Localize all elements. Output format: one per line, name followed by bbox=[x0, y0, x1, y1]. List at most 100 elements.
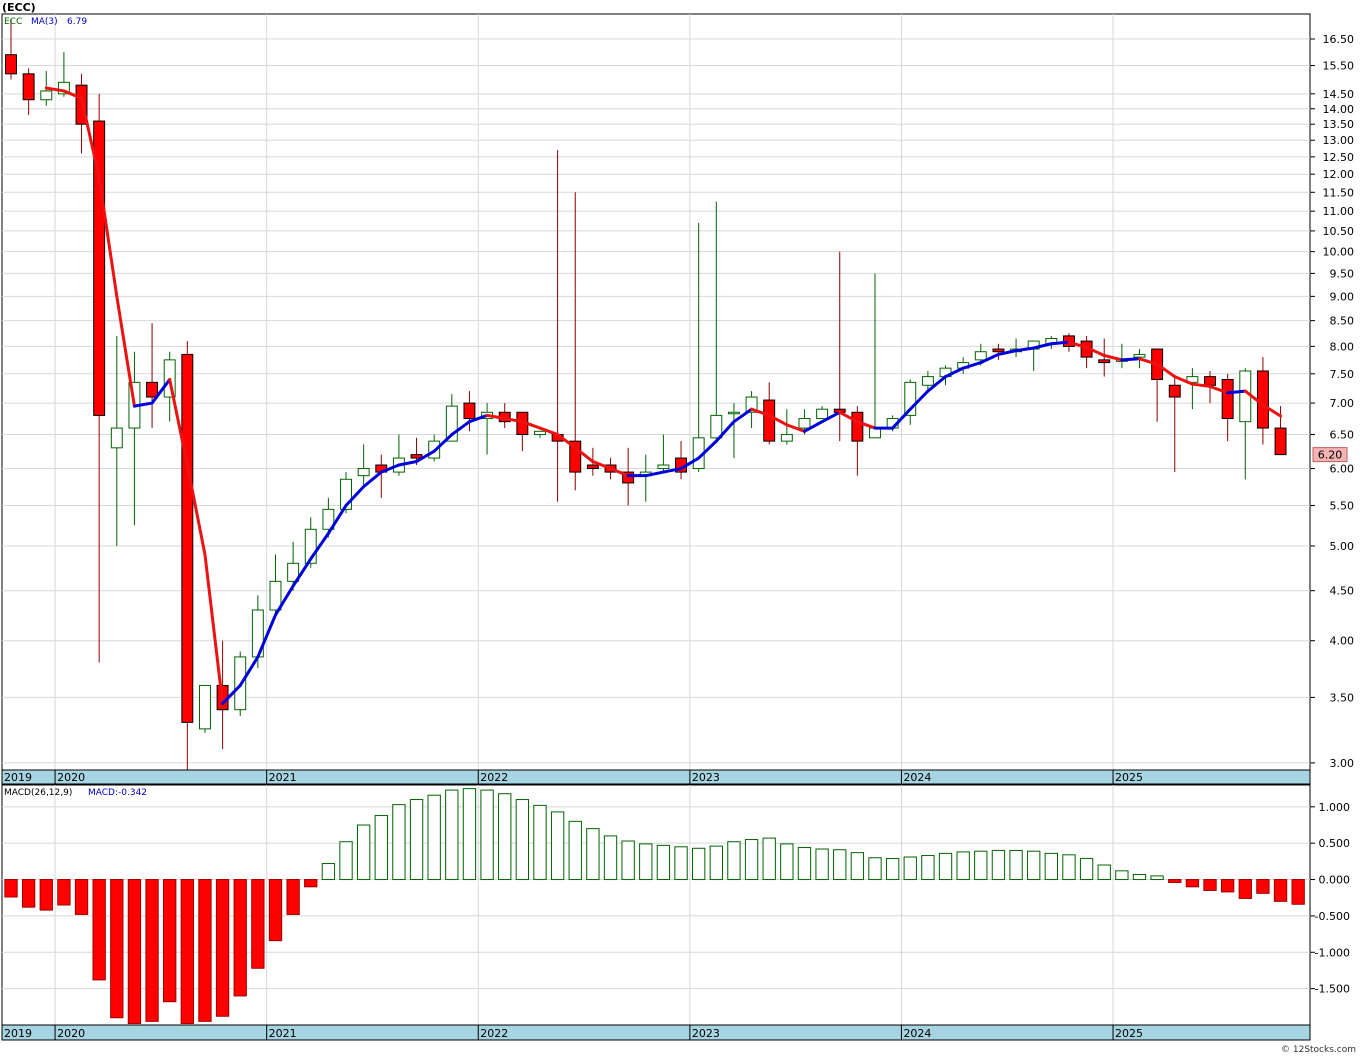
macd-bar bbox=[1097, 864, 1111, 881]
ma-line-segment bbox=[1120, 357, 1141, 362]
macd-bar bbox=[1238, 879, 1252, 899]
price-tick-label: 11.00 bbox=[1323, 205, 1355, 218]
macd-bar bbox=[163, 879, 177, 1003]
macd-bar bbox=[286, 879, 300, 915]
macd-bar bbox=[198, 879, 212, 1022]
year-axis-band bbox=[1, 769, 1311, 785]
price-tick-label: 7.00 bbox=[1330, 397, 1355, 410]
price-tick-label: 12.00 bbox=[1323, 168, 1355, 181]
macd-bar bbox=[656, 844, 671, 881]
price-tick-label: 12.50 bbox=[1323, 151, 1355, 164]
macd-bar bbox=[304, 879, 318, 888]
macd-tick-label: -1.000 bbox=[1315, 946, 1350, 959]
candle-body bbox=[798, 418, 811, 429]
macd-bar bbox=[480, 789, 494, 881]
candle-body bbox=[851, 411, 864, 442]
candle-body bbox=[181, 353, 194, 723]
stock-chart: 3.00 3.50 4.00 4.50 5.00 5.50 6.00 6.50 7.00 7.50… bbox=[1, 1, 1356, 1055]
macd-bar bbox=[21, 879, 36, 908]
legend-ticker: ECC bbox=[4, 17, 22, 27]
macd-bar bbox=[885, 857, 900, 881]
macd-tick-label: 0.500 bbox=[1319, 837, 1351, 850]
ma-line-segment bbox=[1226, 389, 1247, 395]
macd-bar bbox=[727, 841, 741, 881]
macd-label: MACD(26,12,9) bbox=[4, 788, 72, 798]
candle-body bbox=[992, 348, 1005, 353]
year-label: 2023 bbox=[692, 1027, 720, 1040]
macd-bar bbox=[374, 815, 388, 881]
chart-title: (ECC) bbox=[2, 1, 36, 14]
macd-bar bbox=[956, 851, 970, 881]
price-tick-label: 4.00 bbox=[1330, 635, 1355, 648]
year-label: 2021 bbox=[269, 1027, 297, 1040]
macd-bar bbox=[762, 837, 776, 881]
candle-body bbox=[146, 381, 159, 398]
candle-body bbox=[357, 468, 370, 477]
legend-ma-label: MA(3) bbox=[31, 17, 58, 27]
macd-tick-label: -1.500 bbox=[1315, 983, 1350, 996]
price-tick-label: 16.50 bbox=[1323, 33, 1355, 46]
macd-bar bbox=[815, 848, 829, 881]
macd-tick-label: 1.000 bbox=[1319, 801, 1351, 814]
candle-body bbox=[974, 351, 987, 361]
candle-body bbox=[5, 54, 17, 75]
macd-tick-label: 0.000 bbox=[1319, 874, 1351, 887]
price-tick-label: 6.00 bbox=[1330, 463, 1355, 476]
candle-body bbox=[710, 414, 723, 439]
macd-bar bbox=[1115, 870, 1129, 881]
macd-bar bbox=[1062, 854, 1076, 881]
macd-bar bbox=[356, 824, 371, 881]
year-label: 2020 bbox=[57, 1027, 85, 1040]
price-tick-label: 10.50 bbox=[1323, 225, 1355, 238]
price-tick-label: 8.50 bbox=[1330, 315, 1355, 328]
candle-body bbox=[110, 427, 123, 449]
macd-bar bbox=[603, 835, 618, 881]
macd-bar bbox=[1291, 879, 1305, 905]
year-axis-band bbox=[1, 1024, 1311, 1041]
macd-bar bbox=[1150, 875, 1164, 881]
last-price-label: 6.20 bbox=[1318, 449, 1343, 462]
ma-line-segment bbox=[1049, 340, 1071, 346]
macd-bar bbox=[233, 879, 247, 997]
macd-bar bbox=[533, 804, 547, 881]
macd-bar bbox=[744, 839, 759, 881]
candle-body bbox=[921, 376, 934, 386]
macd-bar bbox=[1185, 879, 1200, 888]
macd-bar bbox=[4, 879, 18, 898]
macd-bar bbox=[1027, 850, 1041, 881]
year-label: 2022 bbox=[480, 1027, 508, 1040]
candle-body bbox=[657, 464, 670, 470]
macd-bar bbox=[215, 879, 230, 1017]
price-tick-label: 14.50 bbox=[1323, 88, 1355, 101]
price-tick-label: 14.00 bbox=[1323, 103, 1355, 116]
year-label: 2025 bbox=[1115, 1027, 1143, 1040]
macd-bar bbox=[145, 879, 159, 1022]
macd-bar bbox=[321, 863, 336, 881]
macd-bar bbox=[180, 879, 194, 1025]
macd-bar bbox=[498, 793, 512, 881]
macd-tick-label: -0.500 bbox=[1315, 910, 1350, 923]
candle-body bbox=[586, 464, 599, 470]
candle-body bbox=[763, 399, 776, 442]
price-tick-label: 3.00 bbox=[1330, 757, 1355, 770]
legend-ma-value: 6.79 bbox=[67, 17, 87, 27]
candle-body bbox=[534, 430, 546, 436]
macd-bar bbox=[127, 879, 142, 1025]
macd-bar bbox=[868, 857, 882, 881]
watermark: © 12Stocks.com bbox=[1281, 1045, 1356, 1055]
candle-body bbox=[1239, 370, 1252, 423]
macd-bar bbox=[639, 843, 653, 881]
price-plot-frame bbox=[1, 13, 1311, 771]
price-tick-label: 5.50 bbox=[1330, 499, 1355, 512]
year-label: 2022 bbox=[480, 771, 508, 784]
macd-bar bbox=[586, 828, 600, 881]
price-tick-label: 10.00 bbox=[1323, 246, 1355, 259]
price-panel: 3.00 3.50 4.00 4.50 5.00 5.50 6.00 6.50 7.00 7.50… bbox=[1, 13, 1355, 785]
macd-bar bbox=[991, 849, 1006, 881]
macd-bar bbox=[1203, 879, 1217, 891]
macd-bar bbox=[797, 847, 812, 881]
macd-bar bbox=[780, 843, 794, 881]
year-label: 2021 bbox=[269, 771, 297, 784]
macd-bar bbox=[1009, 849, 1023, 881]
candle-body bbox=[198, 684, 211, 730]
